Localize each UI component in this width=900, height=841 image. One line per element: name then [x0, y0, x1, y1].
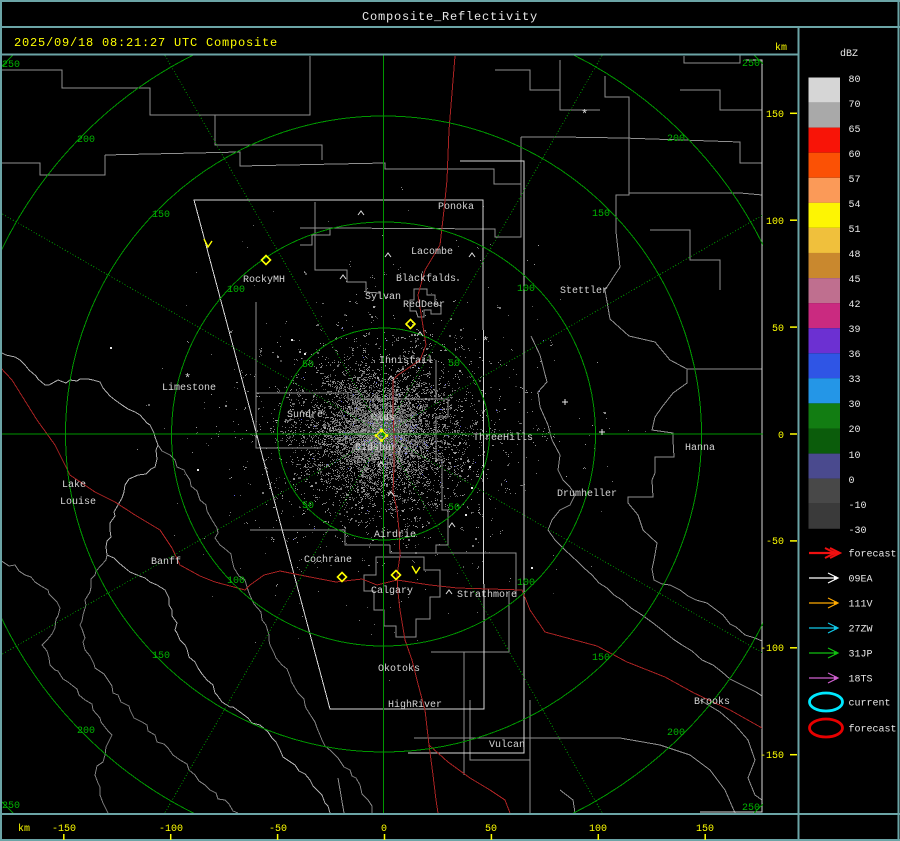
- svg-text:forecast: forecast: [849, 549, 897, 561]
- svg-text:ThreeHills: ThreeHills: [473, 432, 533, 444]
- svg-text:Sundre: Sundre: [287, 409, 323, 421]
- svg-text:18TS: 18TS: [849, 675, 873, 686]
- svg-text:Louise: Louise: [60, 496, 96, 508]
- svg-text:20: 20: [849, 425, 861, 436]
- svg-text:-30: -30: [849, 526, 867, 537]
- svg-text:Brooks: Brooks: [694, 696, 730, 708]
- svg-text:Stettler: Stettler: [560, 285, 608, 297]
- svg-text:39: 39: [849, 325, 861, 336]
- svg-text:36: 36: [849, 350, 861, 361]
- svg-text:km: km: [775, 42, 787, 54]
- svg-text:33: 33: [849, 375, 861, 386]
- svg-text:RockyMH: RockyMH: [243, 274, 285, 286]
- svg-text:*: *: [581, 108, 588, 122]
- svg-text:0: 0: [849, 476, 855, 487]
- svg-text:0: 0: [381, 824, 387, 835]
- svg-text:Olds: Olds: [371, 412, 395, 424]
- svg-text:100: 100: [589, 824, 607, 835]
- svg-text:60: 60: [849, 150, 861, 161]
- svg-text:27ZW: 27ZW: [849, 625, 873, 636]
- svg-text:100: 100: [517, 578, 535, 589]
- svg-text:111V: 111V: [849, 600, 873, 611]
- svg-text:50: 50: [448, 503, 460, 514]
- svg-text:50: 50: [772, 324, 784, 335]
- svg-text:forecast: forecast: [849, 724, 897, 736]
- svg-text:50: 50: [302, 360, 314, 371]
- svg-text:Airdrie: Airdrie: [374, 529, 416, 541]
- svg-text:-10: -10: [849, 501, 867, 512]
- svg-text:50: 50: [448, 359, 460, 370]
- svg-text:Sylvan: Sylvan: [365, 291, 401, 303]
- svg-text:45: 45: [849, 275, 861, 286]
- svg-text:10: 10: [849, 451, 861, 462]
- svg-text:HighRiver: HighRiver: [388, 699, 442, 711]
- svg-text:km: km: [18, 823, 30, 835]
- svg-text:Innisfail: Innisfail: [379, 355, 433, 367]
- svg-text:Drumheller: Drumheller: [557, 488, 617, 500]
- svg-text:50: 50: [302, 501, 314, 512]
- svg-text:Composite_Reflectivity: Composite_Reflectivity: [362, 10, 538, 24]
- svg-text:Banff: Banff: [151, 556, 181, 568]
- svg-text:Cochrane: Cochrane: [304, 554, 352, 566]
- svg-text:-50: -50: [766, 537, 784, 548]
- svg-text:150: 150: [766, 110, 784, 121]
- svg-text:70: 70: [849, 100, 861, 111]
- svg-text:Hanna: Hanna: [685, 443, 715, 454]
- svg-text:65: 65: [849, 125, 861, 136]
- svg-text:80: 80: [849, 75, 861, 86]
- svg-text:current: current: [849, 699, 891, 710]
- svg-text:51: 51: [849, 225, 861, 236]
- svg-text:250: 250: [742, 803, 760, 814]
- svg-text:Okotoks: Okotoks: [378, 663, 420, 675]
- svg-text:-100: -100: [760, 644, 784, 655]
- svg-text:Lacombe: Lacombe: [411, 246, 453, 258]
- svg-text:-150: -150: [52, 824, 76, 835]
- svg-text:100: 100: [517, 284, 535, 295]
- svg-text:200: 200: [667, 134, 685, 145]
- svg-text:Vulcan: Vulcan: [489, 739, 525, 751]
- svg-text:150: 150: [696, 824, 714, 835]
- svg-text:200: 200: [667, 728, 685, 739]
- svg-text:150: 150: [152, 210, 170, 221]
- svg-text:Blackfalds: Blackfalds: [396, 273, 456, 285]
- svg-text:100: 100: [227, 285, 245, 296]
- svg-text:Lake: Lake: [62, 479, 86, 491]
- svg-text:09EA: 09EA: [849, 575, 873, 586]
- svg-text:Didsbury: Didsbury: [355, 442, 403, 454]
- svg-text:dBZ: dBZ: [840, 48, 858, 60]
- svg-text:150: 150: [592, 209, 610, 220]
- svg-text:Calgary: Calgary: [371, 585, 413, 597]
- svg-text:*: *: [184, 372, 191, 386]
- svg-text:30: 30: [849, 400, 861, 411]
- svg-text:Strathmore: Strathmore: [457, 589, 517, 601]
- svg-text:150: 150: [152, 651, 170, 662]
- svg-text:*: *: [482, 335, 489, 349]
- svg-text:100: 100: [766, 217, 784, 228]
- svg-text:57: 57: [849, 175, 861, 186]
- svg-text:Ponoka: Ponoka: [438, 201, 474, 213]
- svg-text:0: 0: [778, 431, 784, 442]
- svg-text:42: 42: [849, 300, 861, 311]
- svg-text:250: 250: [742, 59, 760, 70]
- svg-text:50: 50: [485, 824, 497, 835]
- svg-text:200: 200: [77, 726, 95, 737]
- svg-text:250: 250: [2, 801, 20, 812]
- svg-text:200: 200: [77, 135, 95, 146]
- svg-text:2025/09/18 08:21:27 UTC Compos: 2025/09/18 08:21:27 UTC Composite: [14, 36, 278, 50]
- svg-text:-50: -50: [269, 824, 287, 835]
- svg-text:48: 48: [849, 250, 861, 261]
- svg-text:-150: -150: [760, 751, 784, 762]
- svg-text:54: 54: [849, 200, 861, 211]
- svg-text:-100: -100: [159, 824, 183, 835]
- svg-text:250: 250: [2, 60, 20, 71]
- svg-text:150: 150: [592, 653, 610, 664]
- svg-text:100: 100: [227, 576, 245, 587]
- svg-text:RedDeer: RedDeer: [403, 299, 445, 311]
- svg-text:31JP: 31JP: [849, 650, 873, 661]
